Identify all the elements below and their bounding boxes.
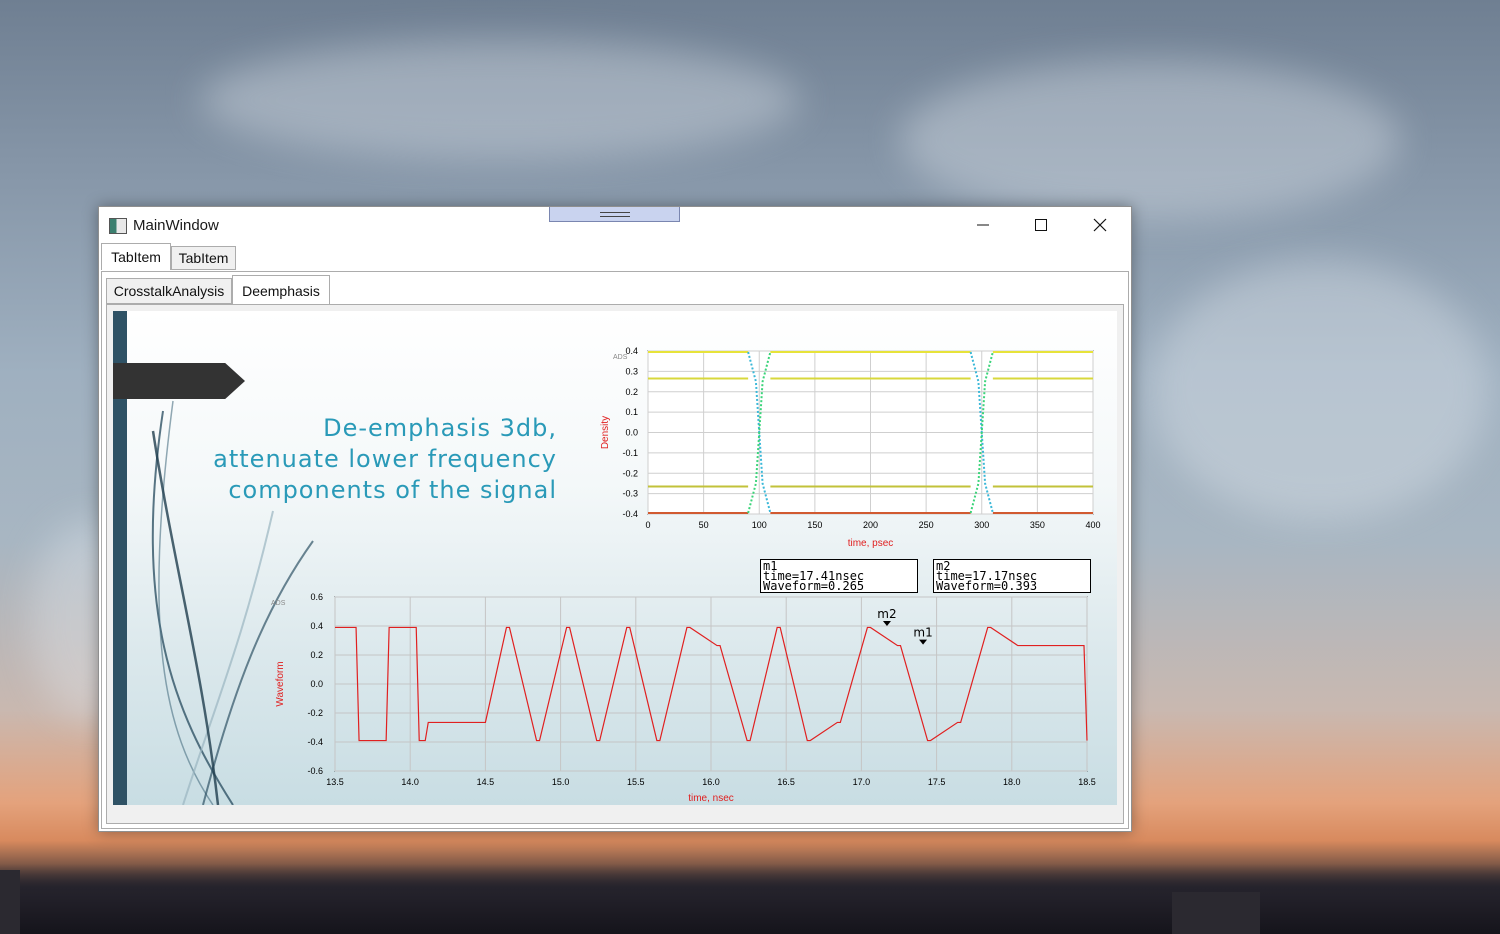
y-tick-label: 0.4 — [310, 621, 323, 631]
outer-tab-content: CrosstalkAnalysis Deemphasis De-emphasis… — [101, 271, 1129, 829]
title-bar[interactable]: MainWindow — [99, 207, 1131, 245]
building — [1172, 892, 1260, 934]
drag-grip[interactable] — [549, 207, 680, 222]
x-tick-label: 16.5 — [777, 777, 795, 787]
marker-label-m2: m2 — [877, 607, 896, 621]
app-icon — [109, 218, 127, 234]
slide-image: De-emphasis 3db, attenuate lower frequen… — [113, 311, 1117, 805]
minimize-icon — [977, 224, 989, 226]
y-axis-label: Waveform — [275, 661, 286, 706]
outer-tab-strip: TabItem TabItem — [99, 243, 1131, 271]
x-tick-label: 18.0 — [1003, 777, 1021, 787]
marker-label-m1: m1 — [913, 626, 932, 640]
close-button[interactable] — [1071, 207, 1129, 243]
x-tick-label: 14.0 — [401, 777, 419, 787]
maximize-button[interactable] — [1012, 207, 1070, 243]
tab-outer-1[interactable]: TabItem — [101, 243, 171, 270]
brand-label: ADS — [271, 600, 286, 607]
inner-tab-content: De-emphasis 3db, attenuate lower frequen… — [106, 304, 1124, 824]
y-tick-label: 0.6 — [310, 592, 323, 602]
y-tick-label: 0.0 — [310, 679, 323, 689]
waveform-chart: 13.5 14.0 14.5 15.0 15.5 16.0 16.5 17.0 17.5 18.0… — [271, 592, 1096, 804]
close-icon — [1093, 218, 1107, 232]
x-tick-label: 17.0 — [853, 777, 871, 787]
city-skyline — [0, 864, 1500, 934]
minimize-button[interactable] — [954, 207, 1012, 243]
marker-triangle-m2 — [882, 621, 891, 627]
main-window: MainWindow TabItem TabItem CrosstalkAnal… — [98, 206, 1132, 832]
y-tick-label: -0.6 — [307, 766, 323, 776]
x-tick-label: 13.5 — [326, 777, 344, 787]
building — [0, 870, 20, 934]
x-tick-label: 14.5 — [477, 777, 495, 787]
x-axis-label: time, nsec — [688, 793, 734, 804]
y-tick-label: 0.2 — [310, 650, 323, 660]
y-tick-label: -0.4 — [307, 737, 323, 747]
window-title: MainWindow — [133, 217, 219, 234]
x-tick-label: 15.5 — [627, 777, 645, 787]
x-tick-label: 18.5 — [1078, 777, 1096, 787]
marker-triangle-m1 — [919, 639, 928, 645]
tab-crosstalk-analysis[interactable]: CrosstalkAnalysis — [106, 278, 232, 304]
x-tick-label: 15.0 — [552, 777, 570, 787]
maximize-icon — [1035, 219, 1047, 231]
x-tick-label: 17.5 — [928, 777, 946, 787]
tab-deemphasis[interactable]: Deemphasis — [232, 275, 330, 305]
tab-outer-2[interactable]: TabItem — [171, 246, 236, 270]
y-tick-label: -0.2 — [307, 708, 323, 718]
x-tick-label: 16.0 — [702, 777, 720, 787]
